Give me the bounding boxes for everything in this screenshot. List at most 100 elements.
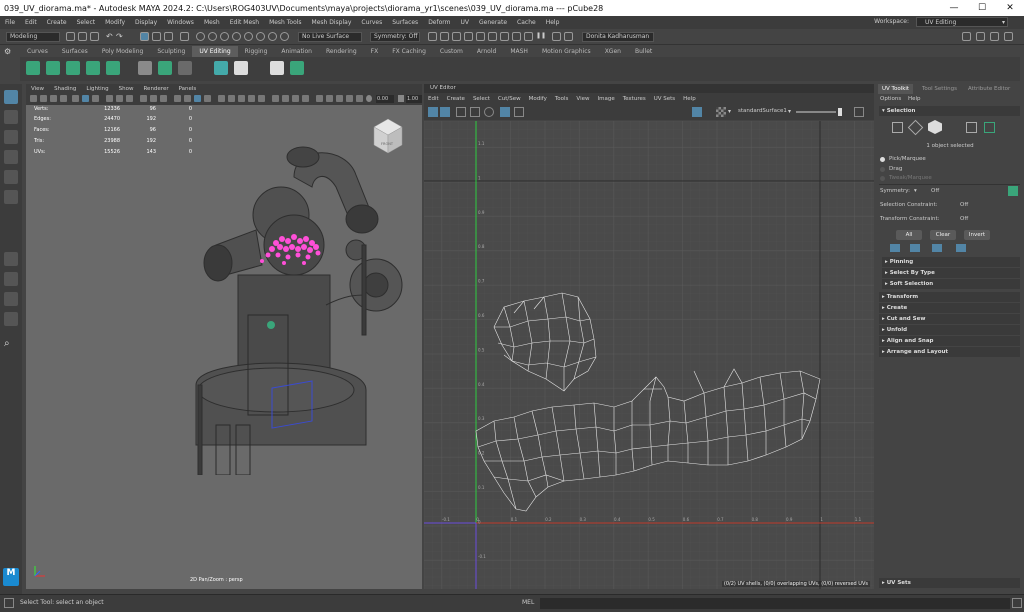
rotate-tool-icon[interactable] — [4, 170, 18, 184]
uv-mode-icon[interactable] — [966, 122, 977, 133]
menu-edit[interactable]: Edit — [20, 19, 42, 26]
arnold-sky-icon[interactable] — [564, 32, 573, 41]
cut-uv-icon[interactable] — [138, 61, 152, 75]
maximize-icon[interactable]: ☐ — [968, 3, 996, 13]
uv-menu-textures[interactable]: Textures — [619, 96, 650, 102]
modeling-toolkit-icon[interactable] — [962, 32, 971, 41]
hypershade-icon[interactable] — [464, 32, 473, 41]
two-view-icon[interactable] — [4, 292, 18, 306]
user-account-dropdown[interactable]: Donita Kadharusman — [582, 32, 654, 42]
menu-select[interactable]: Select — [72, 19, 101, 26]
viewport-menu-shading[interactable]: Shading — [49, 86, 81, 92]
uv-snapshot-icon[interactable] — [514, 107, 524, 117]
shelf-tab-arnold[interactable]: Arnold — [470, 46, 503, 57]
shelf-settings-icon[interactable]: ⚙ — [4, 47, 14, 57]
chevron-down-icon[interactable]: ▾ — [728, 108, 731, 115]
object-mode-icon[interactable] — [928, 120, 942, 134]
render-icon[interactable] — [428, 32, 437, 41]
uv-menu-view[interactable]: View — [572, 96, 593, 102]
slider-handle[interactable] — [838, 108, 842, 116]
symmetry-dropdown[interactable]: Symmetry: Off — [370, 32, 420, 42]
render-setup-icon[interactable] — [476, 32, 485, 41]
viewport-toolbar-icons[interactable] — [26, 93, 422, 105]
edge-mode-icon[interactable] — [907, 119, 924, 136]
layout-icon[interactable] — [234, 61, 248, 75]
gamma-field[interactable]: 1.00 — [406, 95, 422, 103]
ipr-render-icon[interactable] — [440, 32, 449, 41]
uv-grid[interactable]: -0.1 0 0.1 0.2 0.3 0.4 0.5 0.6 0.7 0.8 0.9 1 1.1 1.1… — [424, 121, 874, 589]
move-tool-icon[interactable] — [4, 150, 18, 164]
select-overlap-icon[interactable] — [932, 244, 942, 252]
shelf-tab-rendering[interactable]: Rendering — [319, 46, 364, 57]
shelf-tab-custom[interactable]: Custom — [433, 46, 470, 57]
uv-menu-tools[interactable]: Tools — [551, 96, 573, 102]
shelf-tab-surfaces[interactable]: Surfaces — [55, 46, 95, 57]
uv-texture-icon[interactable] — [500, 107, 510, 117]
uv-menu-uv-sets[interactable]: UV Sets — [650, 96, 679, 102]
menu-uv[interactable]: UV — [456, 19, 475, 26]
move-sew-icon[interactable] — [178, 61, 192, 75]
shelf-tab-poly-modeling[interactable]: Poly Modeling — [95, 46, 151, 57]
perspective-viewport[interactable]: Verts: 12336 96 0 Edges: 24470 192 0 Fac… — [26, 105, 422, 589]
menu-cache[interactable]: Cache — [512, 19, 541, 26]
arnold-ipr-icon[interactable] — [512, 32, 521, 41]
texture-set-select[interactable]: standardSurface1 — [738, 108, 787, 114]
snap-grid-icon[interactable] — [196, 32, 205, 41]
scale-tool-icon[interactable] — [4, 190, 18, 204]
minimize-icon[interactable]: — — [940, 3, 968, 13]
uv-isolate-icon[interactable] — [484, 107, 494, 117]
uv-shaded-icon[interactable] — [692, 107, 702, 117]
snap-point-icon[interactable] — [220, 32, 229, 41]
planar-map-icon[interactable] — [26, 61, 40, 75]
section-cut-and-sew[interactable]: ▸ Cut and Sew — [879, 314, 1020, 324]
search-icon[interactable]: ⌕ — [4, 338, 18, 352]
tab-tool-settings[interactable]: Tool Settings — [918, 84, 961, 94]
uv-menu-edit[interactable]: Edit — [424, 96, 443, 102]
section-unfold[interactable]: ▸ Unfold — [879, 325, 1020, 335]
uv-display-icon[interactable] — [854, 107, 864, 117]
texel-density-icon[interactable] — [290, 61, 304, 75]
uv-grid-icon[interactable] — [440, 107, 450, 117]
subsection-soft-selection[interactable]: ▸ Soft Selection — [882, 279, 1020, 289]
history-icon[interactable] — [280, 32, 289, 41]
menu-surfaces[interactable]: Surfaces — [387, 19, 423, 26]
redo-icon[interactable]: ↷ — [116, 32, 125, 41]
checker-icon[interactable] — [716, 107, 726, 117]
shelf-tab-motion-graphics[interactable]: Motion Graphics — [535, 46, 598, 57]
section-arrange-and-layout[interactable]: ▸ Arrange and Layout — [879, 347, 1020, 357]
spherical-map-icon[interactable] — [66, 61, 80, 75]
automatic-map-icon[interactable] — [86, 61, 100, 75]
snap-view-plane-icon[interactable] — [232, 32, 241, 41]
select-by-object-icon[interactable] — [152, 32, 161, 41]
select-border-icon[interactable] — [890, 244, 900, 252]
snap-curve-icon[interactable] — [208, 32, 217, 41]
section-uv-sets[interactable]: ▸ UV Sets — [879, 578, 1020, 588]
shelf-tab-xgen[interactable]: XGen — [598, 46, 628, 57]
select-by-component-icon[interactable] — [164, 32, 173, 41]
exposure-field[interactable]: 0.00 — [376, 95, 394, 103]
vertex-mode-icon[interactable] — [892, 122, 903, 133]
menu-mesh[interactable]: Mesh — [199, 19, 225, 26]
symmetry-dropdown[interactable]: Off — [931, 188, 939, 194]
paint-select-icon[interactable] — [4, 130, 18, 144]
drag-option[interactable]: Drag — [880, 166, 902, 172]
script-editor-icon[interactable] — [1012, 598, 1022, 608]
outliner-view-icon[interactable] — [4, 312, 18, 326]
menu-mesh-display[interactable]: Mesh Display — [307, 19, 357, 26]
close-icon[interactable]: ✕ — [996, 3, 1024, 13]
invert-selection-button[interactable]: Invert — [964, 230, 990, 240]
unfold-icon[interactable] — [214, 61, 228, 75]
uv-editor-canvas[interactable]: -0.1 0 0.1 0.2 0.3 0.4 0.5 0.6 0.7 0.8 0.9 1 1.1 1.1… — [424, 121, 874, 589]
transform-constraint-dropdown[interactable]: Off — [960, 216, 968, 222]
single-view-icon[interactable] — [4, 252, 18, 266]
shelf-tab-fx-caching[interactable]: FX Caching — [385, 46, 433, 57]
tab-uv-toolkit[interactable]: UV Toolkit — [878, 84, 914, 94]
select-shell-border-icon[interactable] — [910, 244, 920, 252]
flush-cache-icon[interactable] — [524, 32, 533, 41]
selection-constraint-dropdown[interactable]: Off — [960, 202, 968, 208]
uv-frame-all-icon[interactable] — [470, 107, 480, 117]
shelf-tab-sculpting[interactable]: Sculpting — [150, 46, 192, 57]
shelf-tab-mash[interactable]: MASH — [503, 46, 535, 57]
diorama-model[interactable] — [176, 135, 426, 475]
live-surface-field[interactable]: No Live Surface — [298, 32, 362, 42]
